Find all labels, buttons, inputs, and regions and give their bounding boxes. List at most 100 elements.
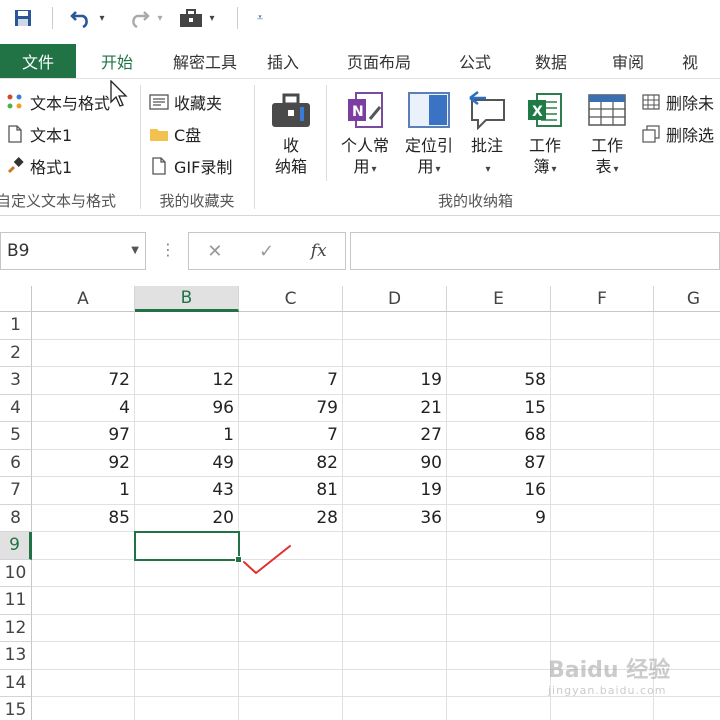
cell-c11[interactable]: [239, 587, 343, 615]
cell-d8[interactable]: 36: [343, 504, 447, 532]
cell-b13[interactable]: [135, 642, 239, 670]
cell-g1[interactable]: [654, 312, 720, 340]
undo-dropdown-icon[interactable]: ▾: [95, 3, 109, 33]
cell-g13[interactable]: [654, 642, 720, 670]
customize-icon[interactable]: ⩡: [252, 3, 268, 33]
cell-f12[interactable]: [551, 614, 654, 642]
cell-e15[interactable]: [447, 697, 551, 720]
row-header-13[interactable]: 13: [0, 642, 32, 670]
cell-a8[interactable]: 85: [32, 504, 135, 532]
cell-c15[interactable]: [239, 697, 343, 720]
tab-formulas[interactable]: 公式: [444, 44, 506, 78]
cell-e1[interactable]: [447, 312, 551, 340]
personal-common-button[interactable]: N 个人常 用 ▾: [334, 87, 396, 180]
cell-a5[interactable]: 97: [32, 422, 135, 450]
cell-c14[interactable]: [239, 669, 343, 697]
cell-f9[interactable]: [551, 532, 654, 560]
cell-e14[interactable]: [447, 669, 551, 697]
row-header-5[interactable]: 5: [0, 422, 32, 450]
cell-f2[interactable]: [551, 339, 654, 367]
cell-a6[interactable]: 92: [32, 449, 135, 477]
cell-b3[interactable]: 12: [135, 367, 239, 395]
cell-f10[interactable]: [551, 559, 654, 587]
cell-g2[interactable]: [654, 340, 720, 367]
cell-b12[interactable]: [135, 614, 239, 642]
cell-b2[interactable]: [135, 339, 239, 367]
cell-c13[interactable]: [239, 642, 343, 670]
cell-f14[interactable]: [551, 669, 654, 697]
cell-b1[interactable]: [135, 312, 239, 340]
cell-e8[interactable]: 9: [447, 504, 551, 532]
cell-d7[interactable]: 19: [343, 477, 447, 505]
storage-box-button[interactable]: 收 纳箱: [266, 87, 316, 177]
cell-a1[interactable]: [32, 312, 135, 340]
cell-g14[interactable]: [654, 670, 720, 697]
cell-e11[interactable]: [447, 587, 551, 615]
cell-d1[interactable]: [343, 312, 447, 340]
c-drive-button[interactable]: C盘: [148, 121, 201, 147]
row-header-8[interactable]: 8: [0, 504, 32, 532]
cell-f5[interactable]: [551, 422, 654, 450]
cell-d2[interactable]: [343, 339, 447, 367]
cell-e2[interactable]: [447, 339, 551, 367]
tab-data[interactable]: 数据: [506, 44, 596, 78]
row-header-1[interactable]: 1: [0, 312, 32, 340]
tab-decrypt-tools[interactable]: 解密工具: [158, 44, 252, 78]
cell-e9[interactable]: [447, 532, 551, 560]
cell-f15[interactable]: [551, 697, 654, 720]
cell-g6[interactable]: [654, 450, 720, 477]
cell-e6[interactable]: 87: [447, 449, 551, 477]
format1-button[interactable]: 格式1: [4, 153, 72, 179]
cell-g3[interactable]: [654, 367, 720, 395]
cell-d12[interactable]: [343, 614, 447, 642]
cell-a10[interactable]: [32, 559, 135, 587]
text-and-format-button[interactable]: 文本与格式: [4, 89, 110, 115]
comment-button[interactable]: 批注 ▾: [460, 87, 514, 180]
row-header-7[interactable]: 7: [0, 477, 32, 505]
undo-icon[interactable]: [67, 3, 95, 33]
toolbox-icon[interactable]: [177, 3, 205, 33]
chevron-down-icon[interactable]: ▼: [131, 245, 139, 256]
redo-icon[interactable]: [125, 3, 153, 33]
cell-d15[interactable]: [343, 697, 447, 720]
column-header-d[interactable]: D: [343, 286, 447, 312]
cell-f7[interactable]: [551, 477, 654, 505]
formula-input[interactable]: [350, 232, 720, 270]
cell-b8[interactable]: 20: [135, 504, 239, 532]
tab-home[interactable]: 开始: [76, 44, 158, 78]
row-header-4[interactable]: 4: [0, 394, 32, 422]
cell-e13[interactable]: [447, 642, 551, 670]
gif-record-button[interactable]: GIF录制: [148, 153, 232, 179]
cell-g10[interactable]: [654, 560, 720, 587]
cell-d10[interactable]: [343, 559, 447, 587]
save-icon[interactable]: [8, 3, 38, 33]
cell-g11[interactable]: [654, 587, 720, 615]
name-box[interactable]: B9 ▼: [0, 232, 146, 270]
cell-b9[interactable]: [135, 532, 239, 560]
column-header-a[interactable]: A: [32, 286, 135, 312]
cell-b10[interactable]: [135, 559, 239, 587]
cell-a12[interactable]: [32, 614, 135, 642]
cell-a4[interactable]: 4: [32, 394, 135, 422]
cancel-icon[interactable]: ✕: [207, 241, 222, 262]
column-header-c[interactable]: C: [239, 286, 343, 312]
cell-a7[interactable]: 1: [32, 477, 135, 505]
cell-c7[interactable]: 81: [239, 477, 343, 505]
cell-f1[interactable]: [551, 312, 654, 340]
cell-g5[interactable]: [654, 422, 720, 450]
row-header-3[interactable]: 3: [0, 367, 32, 395]
cell-c5[interactable]: 7: [239, 422, 343, 450]
cell-g8[interactable]: [654, 505, 720, 532]
cell-f6[interactable]: [551, 449, 654, 477]
cell-e12[interactable]: [447, 614, 551, 642]
cell-d13[interactable]: [343, 642, 447, 670]
cell-f8[interactable]: [551, 504, 654, 532]
cell-a2[interactable]: [32, 339, 135, 367]
cell-a9[interactable]: [32, 532, 135, 560]
cell-g12[interactable]: [654, 615, 720, 642]
cell-d4[interactable]: 21: [343, 394, 447, 422]
cell-b14[interactable]: [135, 669, 239, 697]
toolbox-dropdown-icon[interactable]: ▾: [205, 3, 219, 33]
cell-d6[interactable]: 90: [343, 449, 447, 477]
cell-g4[interactable]: [654, 395, 720, 422]
